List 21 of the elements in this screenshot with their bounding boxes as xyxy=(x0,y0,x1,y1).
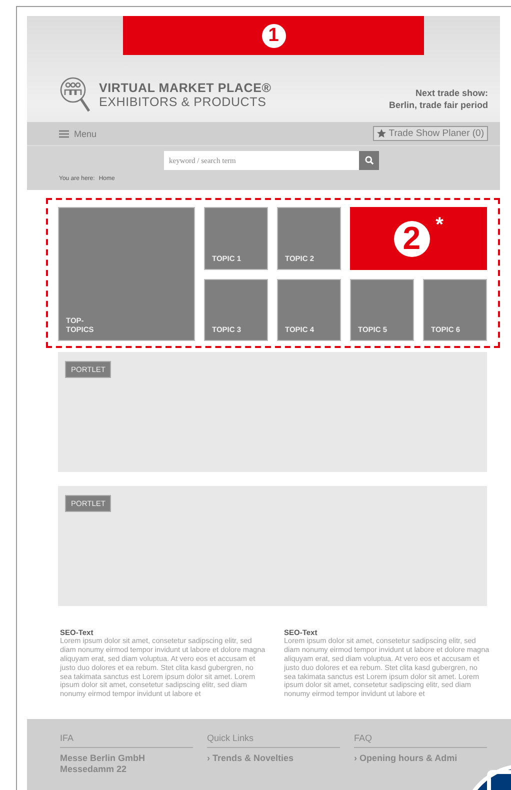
number-marker: 1 xyxy=(262,24,286,48)
next-show-text: Berlin, trade fair period xyxy=(388,100,488,110)
footer-link[interactable]: › Trends & Novelties xyxy=(207,753,340,764)
footer-link[interactable]: › Opening hours & Admi xyxy=(354,753,487,764)
footer-address-text: Messedamm 22 xyxy=(60,764,128,776)
star-icon xyxy=(376,129,386,138)
number-marker: 2 xyxy=(394,220,430,256)
footer-address-text: Messe Berlin GmbH xyxy=(60,753,146,764)
logo-title: VIRTUAL MARKET PLACE® xyxy=(99,80,272,94)
trade-show-planer-button[interactable]: Trade Show Planer (0) xyxy=(372,126,488,141)
next-show-text: Next trade show: xyxy=(415,88,488,98)
magnifier-people-logo-icon xyxy=(59,74,91,114)
search-icon xyxy=(364,156,374,165)
asterisk-note: * xyxy=(436,214,444,237)
menu-button[interactable]: Menu xyxy=(59,128,97,138)
footer-heading: FAQ xyxy=(354,733,487,748)
footer-heading: IFA xyxy=(60,733,193,748)
footer-heading: Quick Links xyxy=(207,733,340,748)
logo-subtitle: EXHIBITORS & PRODUCTS xyxy=(99,94,268,108)
menu-icon xyxy=(59,130,69,138)
search-button[interactable] xyxy=(359,151,379,170)
